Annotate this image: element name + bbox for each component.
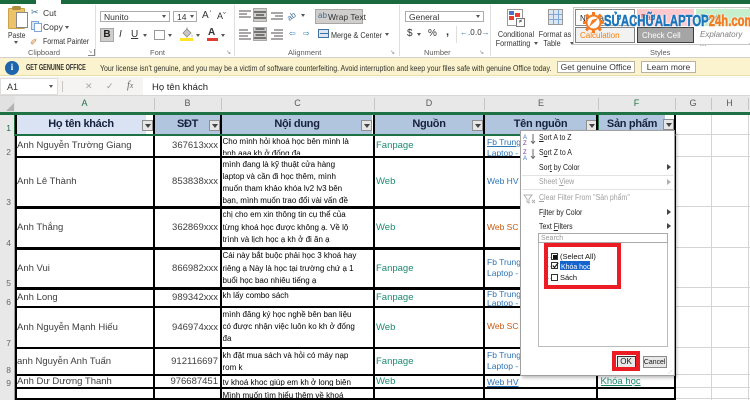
svg-text:A: A <box>523 156 527 160</box>
svg-text:Z: Z <box>523 141 527 145</box>
